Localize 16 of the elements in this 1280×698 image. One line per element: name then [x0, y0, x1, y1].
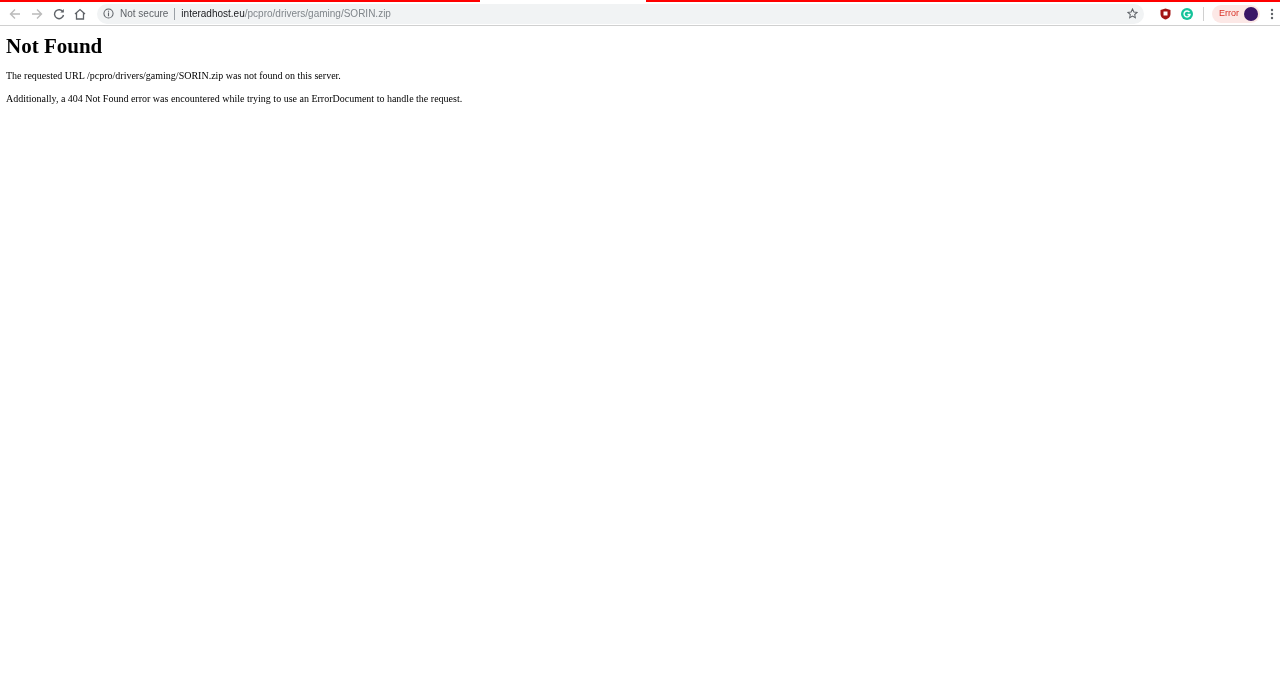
security-label: Not secure	[120, 7, 169, 21]
avatar-icon	[1244, 6, 1258, 21]
reload-icon	[53, 7, 65, 20]
page-heading: Not Found	[6, 33, 104, 59]
forward-arrow-icon	[31, 7, 43, 20]
star-icon[interactable]	[1127, 8, 1138, 19]
page-paragraph: Additionally, a 404 Not Found error was encountered while trying to use an ErrorDocument to handle the request.	[6, 92, 463, 105]
info-icon	[103, 8, 114, 19]
url-text: interadhost.eu/pcpro/drivers/gaming/SORIN.zip	[181, 7, 391, 21]
address-bar[interactable]: Not secure interadhost.eu/pcpro/drivers/gaming/SORIN.zip	[97, 3, 1144, 24]
home-icon	[74, 7, 86, 20]
page-paragraph: The requested URL /pcpro/drivers/gaming/SORIN.zip was not found on this server.	[6, 69, 341, 82]
back-arrow-icon	[9, 7, 21, 20]
profile-error-button[interactable]: Error	[1212, 4, 1260, 23]
menu-icon[interactable]	[1270, 7, 1274, 20]
shield-extension-icon[interactable]	[1160, 7, 1171, 20]
